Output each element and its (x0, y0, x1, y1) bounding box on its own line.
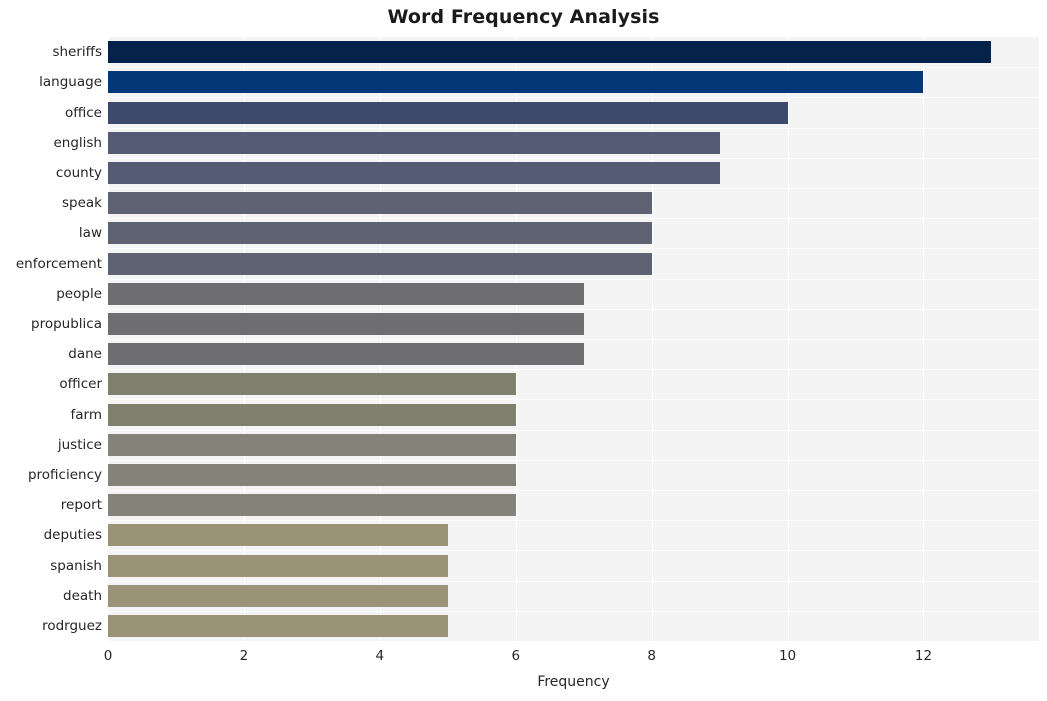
bar[interactable] (108, 71, 924, 94)
bar[interactable] (108, 282, 584, 305)
y-axis-tick-label: farm (70, 406, 103, 423)
bar[interactable] (108, 161, 720, 184)
bar[interactable] (108, 554, 448, 577)
y-axis-tick-label: enforcement (15, 255, 102, 272)
y-axis-tick-label: law (78, 225, 102, 242)
y-axis-tick-label: deputies (43, 527, 102, 544)
chart-title: Word Frequency Analysis (387, 6, 660, 28)
y-axis-tick-label: office (64, 104, 102, 121)
bar[interactable] (108, 252, 652, 275)
bar[interactable] (108, 41, 992, 64)
bar[interactable] (108, 192, 652, 215)
x-axis-tick-label: 2 (239, 648, 249, 664)
bar[interactable] (108, 463, 516, 486)
x-axis-tick-label: 6 (511, 648, 521, 664)
y-axis-tick-label: speak (62, 195, 102, 212)
bar[interactable] (108, 343, 584, 366)
y-axis-tick-label: english (53, 134, 102, 151)
plot-area (108, 37, 1039, 641)
y-axis-tick-label: death (63, 587, 102, 604)
y-axis-tick-label: dane (68, 346, 102, 363)
y-axis-tick-label: county (55, 164, 102, 181)
y-axis-tick-label: language (39, 74, 102, 91)
y-axis-tick-label: people (56, 285, 102, 302)
x-axis-ticks: 0 2 4 6 8 10 12 (104, 648, 1039, 668)
y-axis-labels: sheriffs language office english county speak… (0, 37, 102, 641)
y-axis-tick-label: proficiency (27, 466, 102, 483)
bar[interactable] (108, 131, 720, 154)
word-frequency-chart: Word Frequency Analysis sheriffs language… (0, 0, 1047, 701)
bar[interactable] (108, 403, 516, 426)
bar[interactable] (108, 222, 652, 245)
x-axis-tick-label: 8 (647, 648, 656, 664)
x-axis-tick-label: 10 (778, 648, 797, 664)
bar[interactable] (108, 614, 448, 637)
bar[interactable] (108, 312, 584, 335)
x-axis-title: Frequency (537, 674, 610, 690)
bar[interactable] (108, 494, 516, 517)
x-axis-tick-label: 12 (914, 648, 933, 664)
y-axis-tick-label: sheriffs (52, 44, 102, 61)
y-axis-tick-label: report (60, 497, 102, 514)
bar[interactable] (108, 433, 516, 456)
bar[interactable] (108, 373, 516, 396)
x-axis-tick-label: 4 (375, 648, 385, 664)
y-axis-tick-label: rodrguez (42, 617, 102, 634)
y-axis-tick-label: propublica (31, 315, 102, 332)
bar[interactable] (108, 584, 448, 607)
y-axis-tick-label: officer (59, 376, 102, 393)
x-axis-tick-label: 0 (103, 648, 113, 664)
y-axis-tick-label: spanish (50, 557, 102, 574)
bar[interactable] (108, 101, 788, 124)
y-axis-tick-label: justice (57, 436, 102, 453)
bar-series (108, 37, 1039, 641)
bar[interactable] (108, 524, 448, 547)
